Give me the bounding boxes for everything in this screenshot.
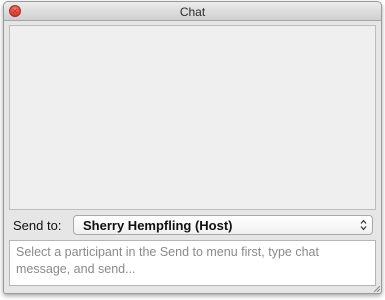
up-down-chevron-icon bbox=[360, 219, 367, 231]
chat-window: Chat Send to: Sherry Hempfling (Host) Se… bbox=[3, 1, 382, 294]
title-bar[interactable]: Chat bbox=[4, 2, 381, 21]
send-to-select[interactable]: Sherry Hempfling (Host) bbox=[73, 215, 373, 235]
chat-message-input[interactable]: Select a participant in the Send to menu… bbox=[9, 240, 376, 286]
send-to-selected-value: Sherry Hempfling (Host) bbox=[83, 218, 233, 233]
chat-log[interactable] bbox=[9, 25, 376, 210]
resize-grip-icon[interactable] bbox=[372, 286, 380, 292]
send-to-row: Send to: Sherry Hempfling (Host) bbox=[4, 211, 381, 239]
window-title: Chat bbox=[179, 5, 206, 19]
send-to-label: Send to: bbox=[13, 218, 62, 233]
